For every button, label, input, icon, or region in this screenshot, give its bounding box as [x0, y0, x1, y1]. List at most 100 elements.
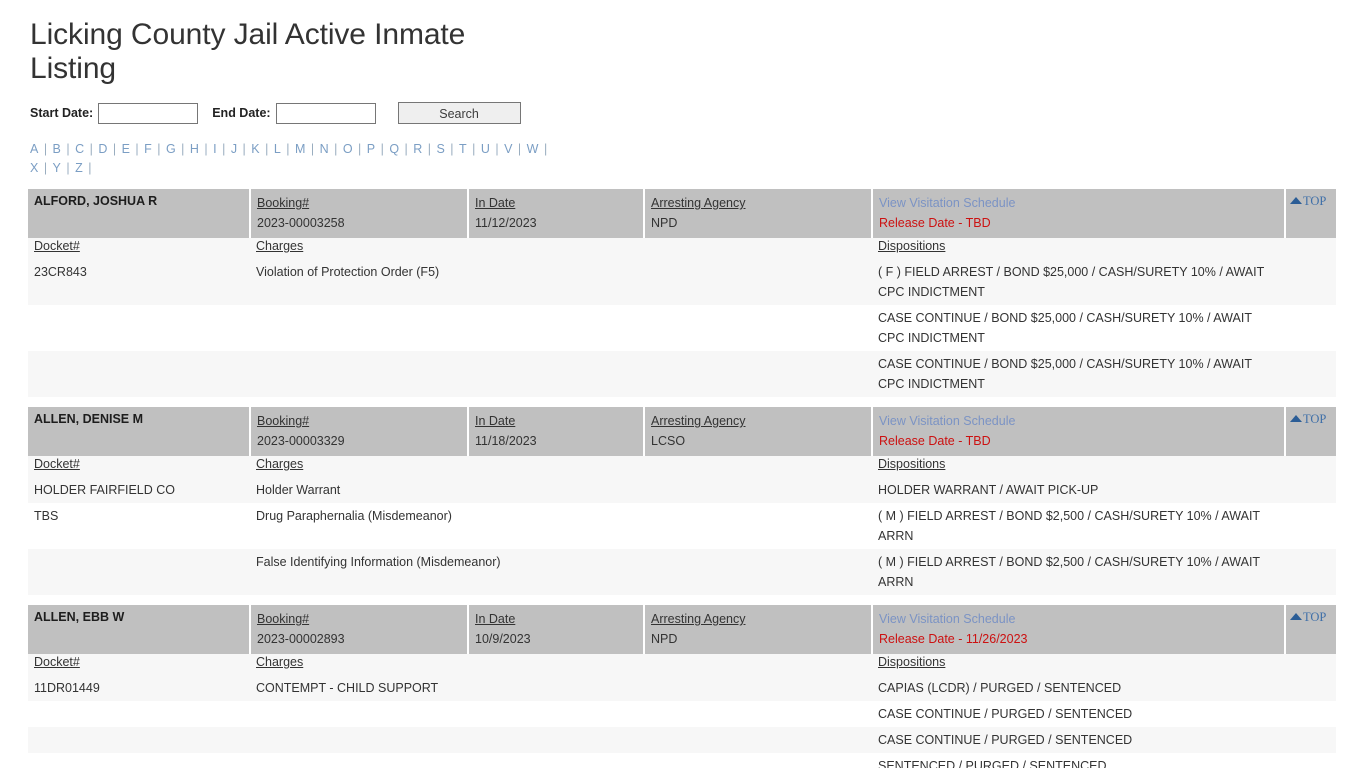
top-cell: TOP [1285, 605, 1336, 654]
alpha-link-b[interactable]: B [53, 142, 61, 156]
docket-header-label: Docket# [34, 457, 80, 471]
inmate-header-row: ALLEN, EBB W Booking# 2023-00002893 In Date… [28, 605, 1336, 654]
alpha-link-u[interactable]: U [481, 142, 490, 156]
alpha-link-g[interactable]: G [166, 142, 176, 156]
visitation-cell: View Visitation Schedule Release Date - 1… [872, 605, 1286, 654]
docket-number: HOLDER FAIRFIELD CO [28, 477, 250, 503]
in-date-cell: In Date 10/9/2023 [468, 605, 645, 654]
inmate-block-spacer [28, 397, 1336, 407]
docket-number: TBS [28, 503, 250, 549]
docket-number [28, 701, 250, 727]
in-date-value: 11/12/2023 [475, 216, 537, 230]
alpha-link-c[interactable]: C [75, 142, 84, 156]
alpha-separator: | [40, 161, 51, 175]
booking-value: 2023-00002893 [257, 632, 345, 646]
charges-header-label: Charges [256, 655, 304, 669]
spacer-header [468, 456, 644, 477]
row-end-spacer [1285, 259, 1336, 305]
docket-number: 23CR843 [28, 259, 250, 305]
dispositions-header-label: Dispositions [878, 655, 946, 669]
alpha-separator: | [401, 142, 412, 156]
alpha-link-p[interactable]: P [367, 142, 375, 156]
spacer-header [1285, 238, 1336, 259]
inmate-name: ALLEN, DENISE M [28, 407, 251, 456]
alpha-separator: | [540, 142, 548, 156]
booking-label: Booking# [257, 196, 310, 210]
alpha-link-s[interactable]: S [436, 142, 444, 156]
disposition-text: HOLDER WARRANT / AWAIT PICK-UP [872, 477, 1285, 503]
alpha-link-e[interactable]: E [122, 142, 130, 156]
arresting-agency-label: Arresting Agency [651, 414, 746, 428]
release-date-text: Release Date - TBD [879, 216, 991, 230]
charges-header: Charges [250, 654, 468, 675]
arresting-agency-label: Arresting Agency [651, 196, 746, 210]
spacer-cell [28, 595, 1336, 605]
alpha-link-f[interactable]: F [144, 142, 152, 156]
alpha-link-h[interactable]: H [190, 142, 199, 156]
back-to-top-link[interactable]: TOP [1290, 412, 1326, 427]
charges-header: Charges [250, 238, 468, 259]
column-header-row: Docket# Charges Dispositions [28, 456, 1336, 477]
booking-cell: Booking# 2023-00002893 [250, 605, 469, 654]
charge-description [250, 351, 872, 397]
booking-cell: Booking# 2023-00003329 [250, 407, 469, 456]
row-end-spacer [1285, 727, 1336, 753]
search-button[interactable]: Search [397, 102, 521, 124]
alpha-link-n[interactable]: N [320, 142, 329, 156]
spacer-header [644, 456, 872, 477]
alphabet-nav: A | B | C | D | E | F | G | H | I | J | … [30, 140, 560, 178]
view-visitation-schedule-link[interactable]: View Visitation Schedule [879, 610, 1278, 629]
dispositions-header: Dispositions [872, 456, 1285, 477]
alpha-separator: | [514, 142, 525, 156]
booking-label: Booking# [257, 612, 310, 626]
alpha-separator: | [109, 142, 120, 156]
end-date-label: End Date: [212, 106, 271, 120]
disposition-text: ( M ) FIELD ARREST / BOND $2,500 / CASH/… [872, 549, 1285, 595]
disposition-text: SENTENCED / PURGED / SENTENCED [872, 753, 1285, 768]
visitation-cell: View Visitation Schedule Release Date - T… [872, 407, 1286, 456]
docket-number [28, 727, 250, 753]
alpha-link-k[interactable]: K [251, 142, 259, 156]
end-date-input[interactable] [275, 102, 376, 124]
alpha-link-q[interactable]: Q [389, 142, 399, 156]
top-label: TOP [1303, 194, 1327, 208]
alpha-link-y[interactable]: Y [53, 161, 61, 175]
view-visitation-schedule-link[interactable]: View Visitation Schedule [879, 412, 1278, 431]
arresting-agency-value: NPD [651, 632, 678, 646]
charge-row: CASE CONTINUE / PURGED / SENTENCED [28, 701, 1336, 727]
alpha-separator: | [307, 142, 318, 156]
inmate-header-row: ALLEN, DENISE M Booking# 2023-00003329 In D… [28, 407, 1336, 456]
docket-number [28, 351, 250, 397]
top-cell: TOP [1285, 407, 1336, 456]
alpha-separator: | [218, 142, 229, 156]
alpha-separator: | [446, 142, 458, 156]
alpha-separator: | [330, 142, 341, 156]
alpha-link-z[interactable]: Z [75, 161, 83, 175]
disposition-text: ( M ) FIELD ARREST / BOND $2,500 / CASH/… [872, 503, 1285, 549]
alpha-link-m[interactable]: M [295, 142, 305, 156]
back-to-top-link[interactable]: TOP [1290, 610, 1326, 625]
alpha-link-o[interactable]: O [343, 142, 353, 156]
charge-row: TBS Drug Paraphernalia (Misdemeanor)( M )… [28, 503, 1336, 549]
alpha-link-w[interactable]: W [527, 142, 539, 156]
start-date-input[interactable] [98, 102, 199, 124]
row-end-spacer [1285, 549, 1336, 595]
back-to-top-link[interactable]: TOP [1290, 194, 1326, 209]
view-visitation-schedule-link[interactable]: View Visitation Schedule [879, 194, 1278, 213]
alpha-link-l[interactable]: L [274, 142, 281, 156]
visitation-cell: View Visitation Schedule Release Date - T… [872, 189, 1286, 238]
search-form: Start Date: End Date: Search [30, 102, 1338, 124]
arresting-agency-cell: Arresting Agency NPD [644, 605, 873, 654]
disposition-text: CASE CONTINUE / PURGED / SENTENCED [872, 727, 1285, 753]
alpha-link-r[interactable]: R [413, 142, 422, 156]
alpha-separator: | [40, 142, 51, 156]
docket-header: Docket# [28, 238, 250, 259]
release-date-text: Release Date - TBD [879, 434, 991, 448]
alpha-link-d[interactable]: D [98, 142, 107, 156]
inmate-header-row: ALFORD, JOSHUA R Booking# 2023-00003258 In … [28, 189, 1336, 238]
alpha-link-t[interactable]: T [459, 142, 467, 156]
spacer-cell [28, 397, 1336, 407]
charge-row: False Identifying Information (Misdemean… [28, 549, 1336, 595]
alpha-separator: | [491, 142, 503, 156]
booking-label: Booking# [257, 414, 310, 428]
